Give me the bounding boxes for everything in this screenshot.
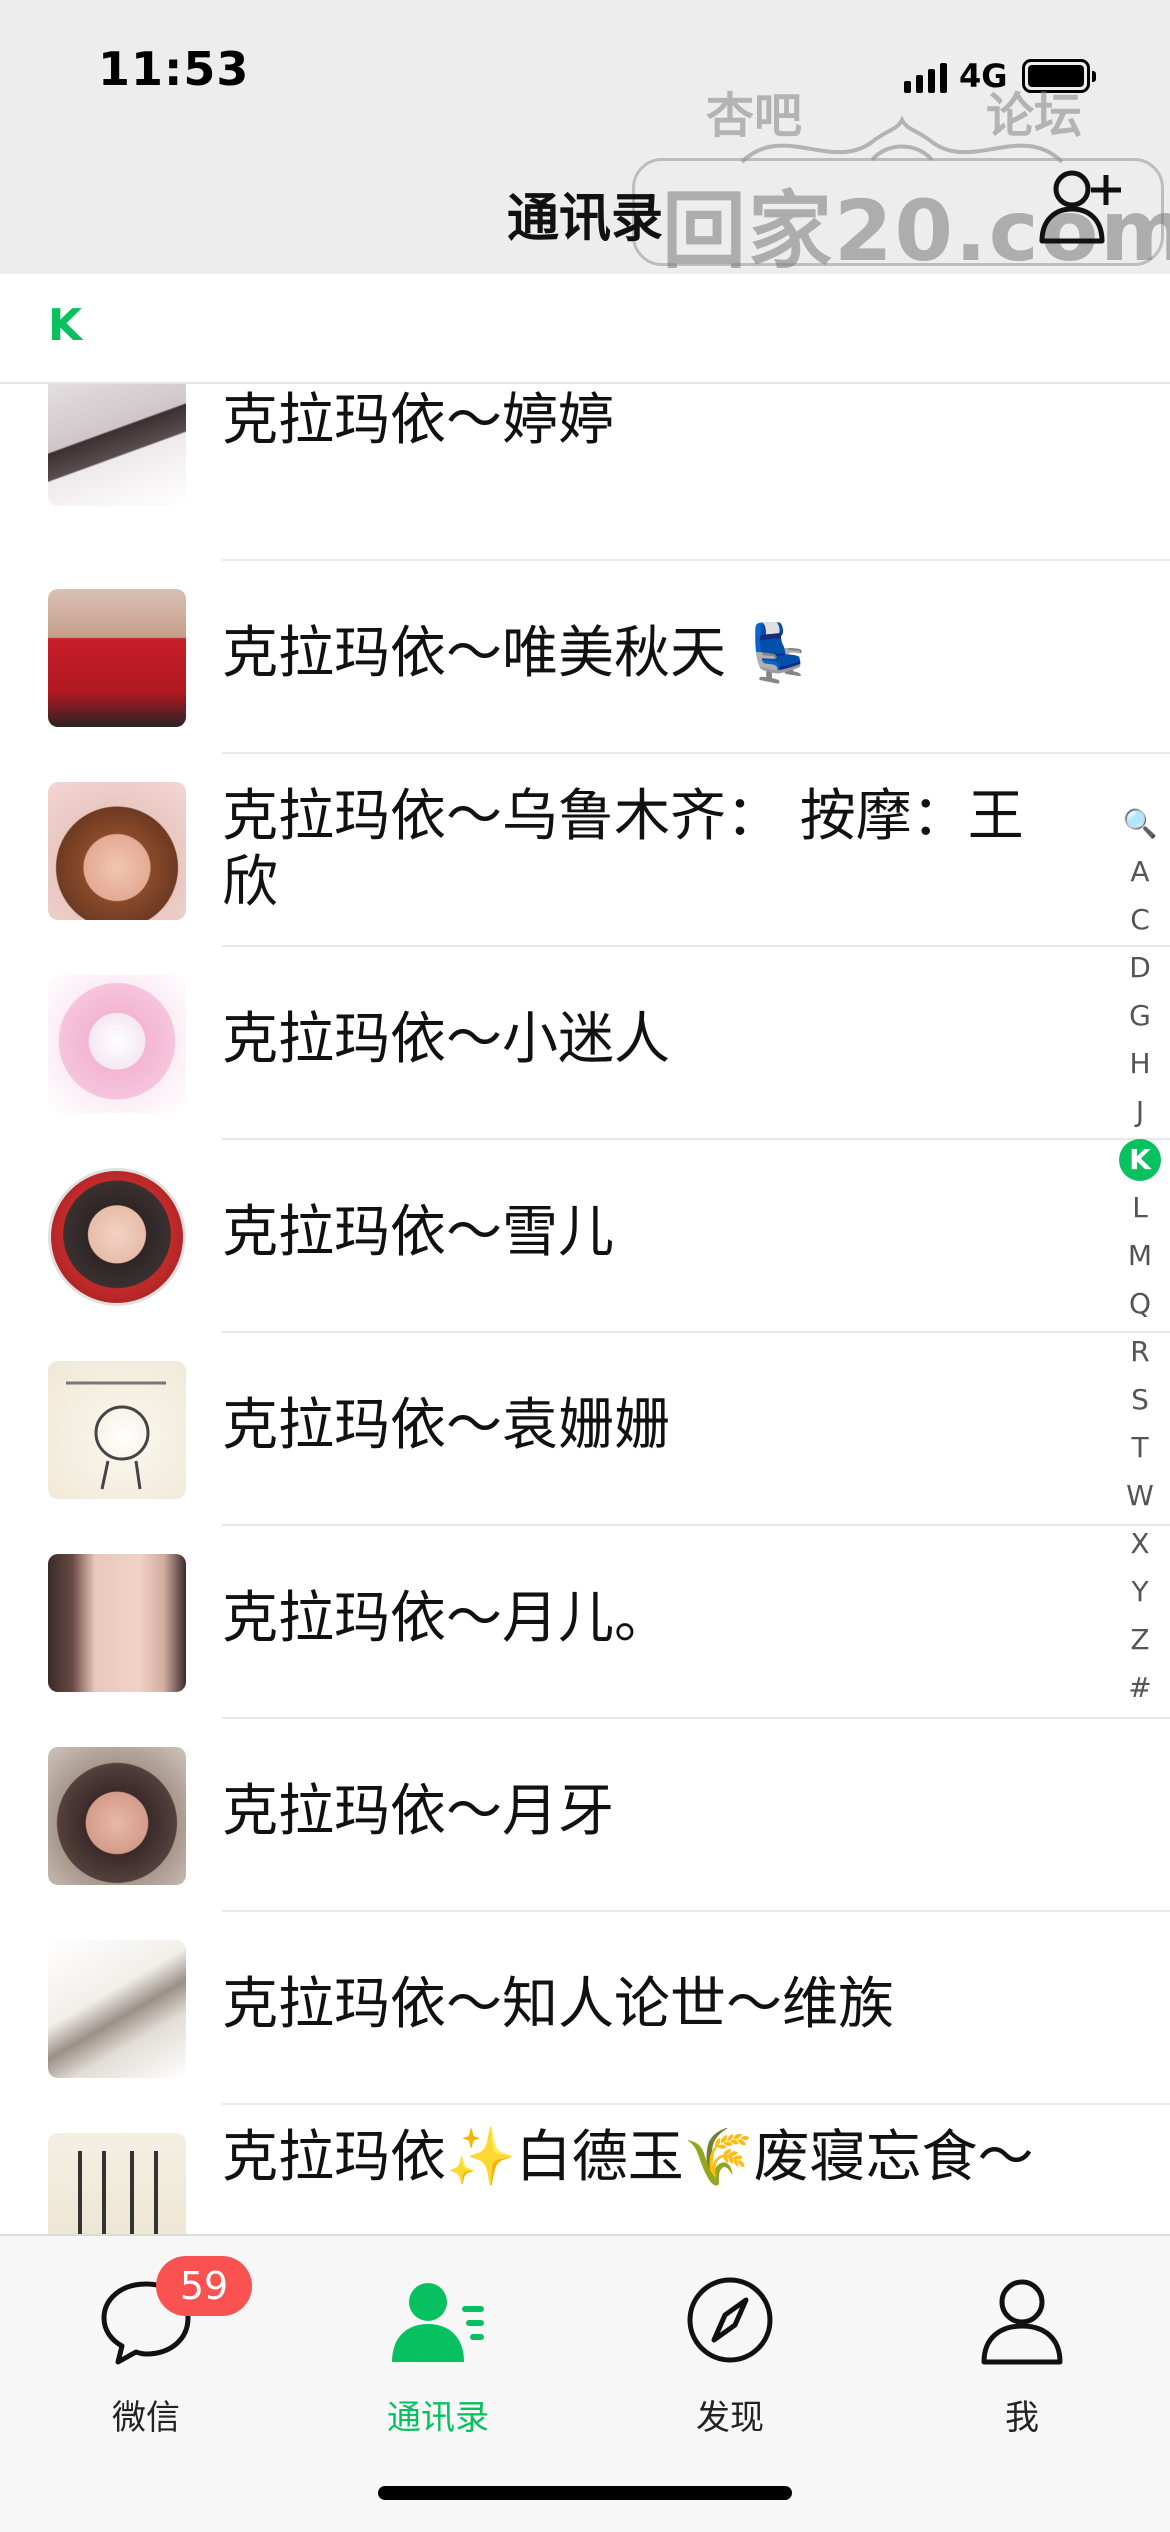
contact-row[interactable]: 克拉玛依～月儿。 <box>0 1526 1170 1719</box>
contact-name: 克拉玛依～月牙 <box>222 1779 614 1844</box>
contact-row[interactable]: 克拉玛依～乌鲁木齐： 按摩：王欣 <box>0 754 1170 947</box>
contact-name: 克拉玛依～袁姗姗 <box>222 1393 670 1458</box>
contacts-icon <box>392 2283 484 2362</box>
status-indicators: 4G <box>904 56 1096 96</box>
index-item[interactable]: W <box>1110 1472 1170 1520</box>
index-item[interactable]: Y <box>1110 1568 1170 1616</box>
avatar <box>48 1940 186 2078</box>
index-item-label: Y <box>1131 1575 1149 1608</box>
index-item-label: M <box>1127 1239 1153 1272</box>
index-item-label: A <box>1130 855 1150 888</box>
contact-name: 克拉玛依✨白德玉🌾废寝忘食～ <box>222 2125 1034 2190</box>
index-item[interactable]: C <box>1110 896 1170 944</box>
index-item-label: L <box>1132 1191 1148 1224</box>
avatar <box>48 782 186 920</box>
index-item-label: Z <box>1130 1623 1150 1656</box>
index-item-label: W <box>1126 1479 1154 1512</box>
avatar <box>48 1168 186 1306</box>
contact-row[interactable]: 克拉玛依～月牙 <box>0 1719 1170 1912</box>
index-item[interactable]: G <box>1110 992 1170 1040</box>
index-item-label: T <box>1131 1431 1149 1464</box>
tab-label: 微信 <box>112 2398 180 2438</box>
contacts-list[interactable]: 克拉玛依～婷婷 克拉玛依～唯美秋天 💺 克拉玛依～乌鲁木齐： 按摩：王欣 克拉玛… <box>0 384 1170 2234</box>
tab-label: 发现 <box>696 2398 764 2438</box>
tab-discover[interactable]: 发现 <box>630 2256 830 2456</box>
contact-row[interactable]: 克拉玛依～袁姗姗 <box>0 1333 1170 1526</box>
index-item[interactable]: S <box>1110 1376 1170 1424</box>
person-icon <box>981 2279 1063 2365</box>
watermark-ornament <box>740 115 1064 164</box>
index-item[interactable]: J <box>1110 1088 1170 1136</box>
index-item[interactable]: K <box>1110 1136 1170 1184</box>
contact-row[interactable]: 克拉玛依✨白德玉🌾废寝忘食～ <box>0 2105 1170 2234</box>
cartoon-cat-icon <box>66 1381 166 1490</box>
tab-label: 通讯录 <box>387 2398 489 2438</box>
contact-name: 克拉玛依～月儿。 <box>222 1586 670 1651</box>
avatar <box>48 2133 186 2234</box>
network-type: 4G <box>959 57 1008 95</box>
signal-icon <box>904 59 947 93</box>
contact-row[interactable]: 克拉玛依～雪儿 <box>0 1140 1170 1333</box>
watermark-text-left: 杏吧 <box>706 88 803 144</box>
contact-row[interactable]: 克拉玛依～唯美秋天 💺 <box>0 561 1170 754</box>
avatar <box>48 384 186 506</box>
tab-label: 我 <box>1005 2398 1039 2438</box>
index-item-label: H <box>1129 1047 1151 1080</box>
contacts-screen: 11:53 4G 杏吧 论坛 回家20.com 通讯录 K 克拉玛依～婷婷 克拉… <box>0 0 1170 2532</box>
index-item-label: X <box>1130 1527 1150 1560</box>
index-item-label: R <box>1130 1335 1150 1368</box>
contact-row[interactable]: 克拉玛依～婷婷 <box>0 384 1170 561</box>
index-item[interactable]: # <box>1110 1664 1170 1712</box>
index-item[interactable]: H <box>1110 1040 1170 1088</box>
tab-contacts[interactable]: 通讯录 <box>338 2256 538 2456</box>
contact-name: 克拉玛依～雪儿 <box>222 1200 614 1265</box>
battery-icon <box>1021 59 1096 93</box>
index-item[interactable]: 🔍 <box>1110 800 1170 848</box>
tab-me[interactable]: 我 <box>922 2256 1122 2456</box>
avatar <box>48 1554 186 1692</box>
compass-icon <box>687 2277 773 2363</box>
index-item[interactable]: T <box>1110 1424 1170 1472</box>
add-friend-button[interactable] <box>1038 165 1124 245</box>
contact-name: 克拉玛依～知人论世～维族 <box>222 1972 894 2037</box>
contact-name: 克拉玛依～婷婷 <box>222 388 614 453</box>
index-item-label: K <box>1119 1139 1161 1181</box>
index-item-label: J <box>1135 1095 1145 1128</box>
page-title: 通讯录 <box>506 189 663 249</box>
add-contact-icon <box>1039 170 1121 244</box>
contact-row[interactable]: 克拉玛依～知人论世～维族 <box>0 1912 1170 2105</box>
avatar <box>48 1747 186 1885</box>
contact-name: 克拉玛依～乌鲁木齐： 按摩：王欣 <box>222 784 1024 915</box>
top-bar: 11:53 4G 杏吧 论坛 回家20.com 通讯录 <box>0 0 1170 280</box>
index-item[interactable]: R <box>1110 1328 1170 1376</box>
index-item[interactable]: Z <box>1110 1616 1170 1664</box>
index-item[interactable]: Q <box>1110 1280 1170 1328</box>
index-item[interactable]: A <box>1110 848 1170 896</box>
status-time: 11:53 <box>98 42 250 96</box>
section-letter: K <box>48 300 83 351</box>
avatar <box>48 975 186 1113</box>
contact-name: 克拉玛依～唯美秋天 💺 <box>222 621 814 686</box>
home-indicator[interactable] <box>378 2486 792 2500</box>
index-item-label: S <box>1131 1383 1149 1416</box>
contact-name: 克拉玛依～小迷人 <box>222 1007 670 1072</box>
unread-badge: 59 <box>156 2256 252 2316</box>
index-item-label: Q <box>1128 1287 1152 1320</box>
contact-row[interactable]: 克拉玛依～小迷人 <box>0 947 1170 1140</box>
tab-wechat[interactable]: 59 微信 <box>46 2256 252 2456</box>
index-item[interactable]: D <box>1110 944 1170 992</box>
index-item-label: C <box>1130 903 1150 936</box>
index-item-label: G <box>1129 999 1151 1032</box>
section-header: K <box>0 274 1170 384</box>
index-item[interactable]: L <box>1110 1184 1170 1232</box>
index-item-label: 🔍 <box>1122 807 1158 840</box>
index-item[interactable]: M <box>1110 1232 1170 1280</box>
avatar <box>48 1361 186 1499</box>
index-item-label: # <box>1128 1671 1152 1704</box>
avatar <box>48 589 186 727</box>
calligraphy-icon <box>78 2151 158 2234</box>
index-item-label: D <box>1129 951 1151 984</box>
index-item[interactable]: X <box>1110 1520 1170 1568</box>
